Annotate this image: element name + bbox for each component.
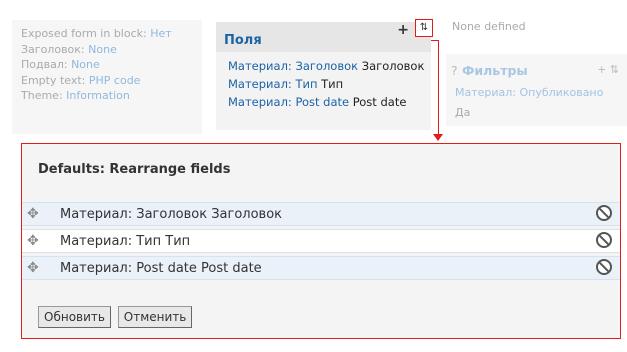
remove-icon[interactable]	[596, 205, 612, 221]
filter-link[interactable]: Материал: Опубликовано	[455, 86, 603, 99]
rearrange-list: ✥ Материал: Заголовок Заголовок ✥ Матери…	[22, 202, 620, 283]
filter-value: Да	[455, 106, 471, 119]
field-item: Материал: Post date Post date	[228, 93, 431, 111]
footer-link[interactable]: None	[71, 58, 100, 71]
field-item: Материал: Заголовок Заголовок	[228, 57, 431, 75]
table-row: ✥ Материал: Заголовок Заголовок	[22, 202, 620, 226]
exposed-form-setting: Exposed form in block: Нет	[21, 27, 172, 40]
filters-actions-icon[interactable]: + ⇅	[597, 63, 619, 76]
connector-line	[438, 40, 439, 138]
row-label: Материал: Заголовок Заголовок	[60, 207, 283, 222]
drag-handle-icon[interactable]: ✥	[27, 206, 39, 222]
arrow-down-icon	[433, 134, 443, 141]
theme-setting: Theme: Information	[21, 89, 130, 102]
help-icon[interactable]: ?	[451, 63, 458, 78]
footer-setting: Подвал: None	[21, 58, 100, 71]
remove-icon[interactable]	[596, 232, 612, 248]
table-row: ✥ Материал: Post date Post date	[22, 256, 620, 280]
sort-criteria-text: None defined	[452, 20, 526, 33]
field-link[interactable]: Материал: Post date	[228, 95, 349, 109]
dialog-buttons: Обновить Отменить	[38, 306, 195, 328]
fields-header: Поля + ⇅	[216, 19, 433, 52]
basic-settings-panel: Exposed form in block: Нет Заголовок: No…	[12, 20, 202, 134]
filters-title: ? Фильтры	[451, 63, 528, 78]
fields-list: Материал: Заголовок Заголовок Материал: …	[216, 52, 431, 111]
rearrange-icon[interactable]: ⇅	[415, 19, 433, 37]
filters-panel: ? Фильтры + ⇅ Материал: Опубликовано Да	[446, 54, 627, 126]
remove-icon[interactable]	[596, 259, 612, 275]
field-link[interactable]: Материал: Заголовок	[228, 59, 358, 73]
table-row: ✥ Материал: Тип Тип	[22, 229, 620, 253]
field-label: Post date	[352, 95, 407, 109]
header-link[interactable]: None	[88, 43, 117, 56]
row-label: Материал: Post date Post date	[60, 261, 262, 276]
update-button[interactable]: Обновить	[38, 306, 111, 328]
fields-title: Поля	[224, 33, 262, 48]
field-link[interactable]: Материал: Тип	[228, 77, 317, 91]
dialog-title: Defaults: Rearrange fields	[38, 162, 231, 177]
field-item: Материал: Тип Тип	[228, 75, 431, 93]
field-label: Тип	[321, 77, 344, 91]
add-field-icon[interactable]: +	[397, 23, 409, 37]
drag-handle-icon[interactable]: ✥	[27, 260, 39, 276]
empty-text-link[interactable]: PHP code	[89, 74, 141, 87]
theme-link[interactable]: Information	[66, 89, 130, 102]
exposed-form-link[interactable]: Нет	[150, 27, 171, 40]
empty-text-setting: Empty text: PHP code	[21, 73, 141, 87]
drag-handle-icon[interactable]: ✥	[27, 233, 39, 249]
rearrange-dialog: Defaults: Rearrange fields ✥ Материал: З…	[21, 143, 621, 339]
field-label: Заголовок	[361, 59, 425, 73]
cancel-button[interactable]: Отменить	[117, 306, 193, 328]
fields-panel: Поля + ⇅ Материал: Заголовок Заголовок М…	[216, 19, 433, 130]
row-label: Материал: Тип Тип	[60, 234, 191, 249]
header-setting: Заголовок: None	[21, 42, 117, 56]
